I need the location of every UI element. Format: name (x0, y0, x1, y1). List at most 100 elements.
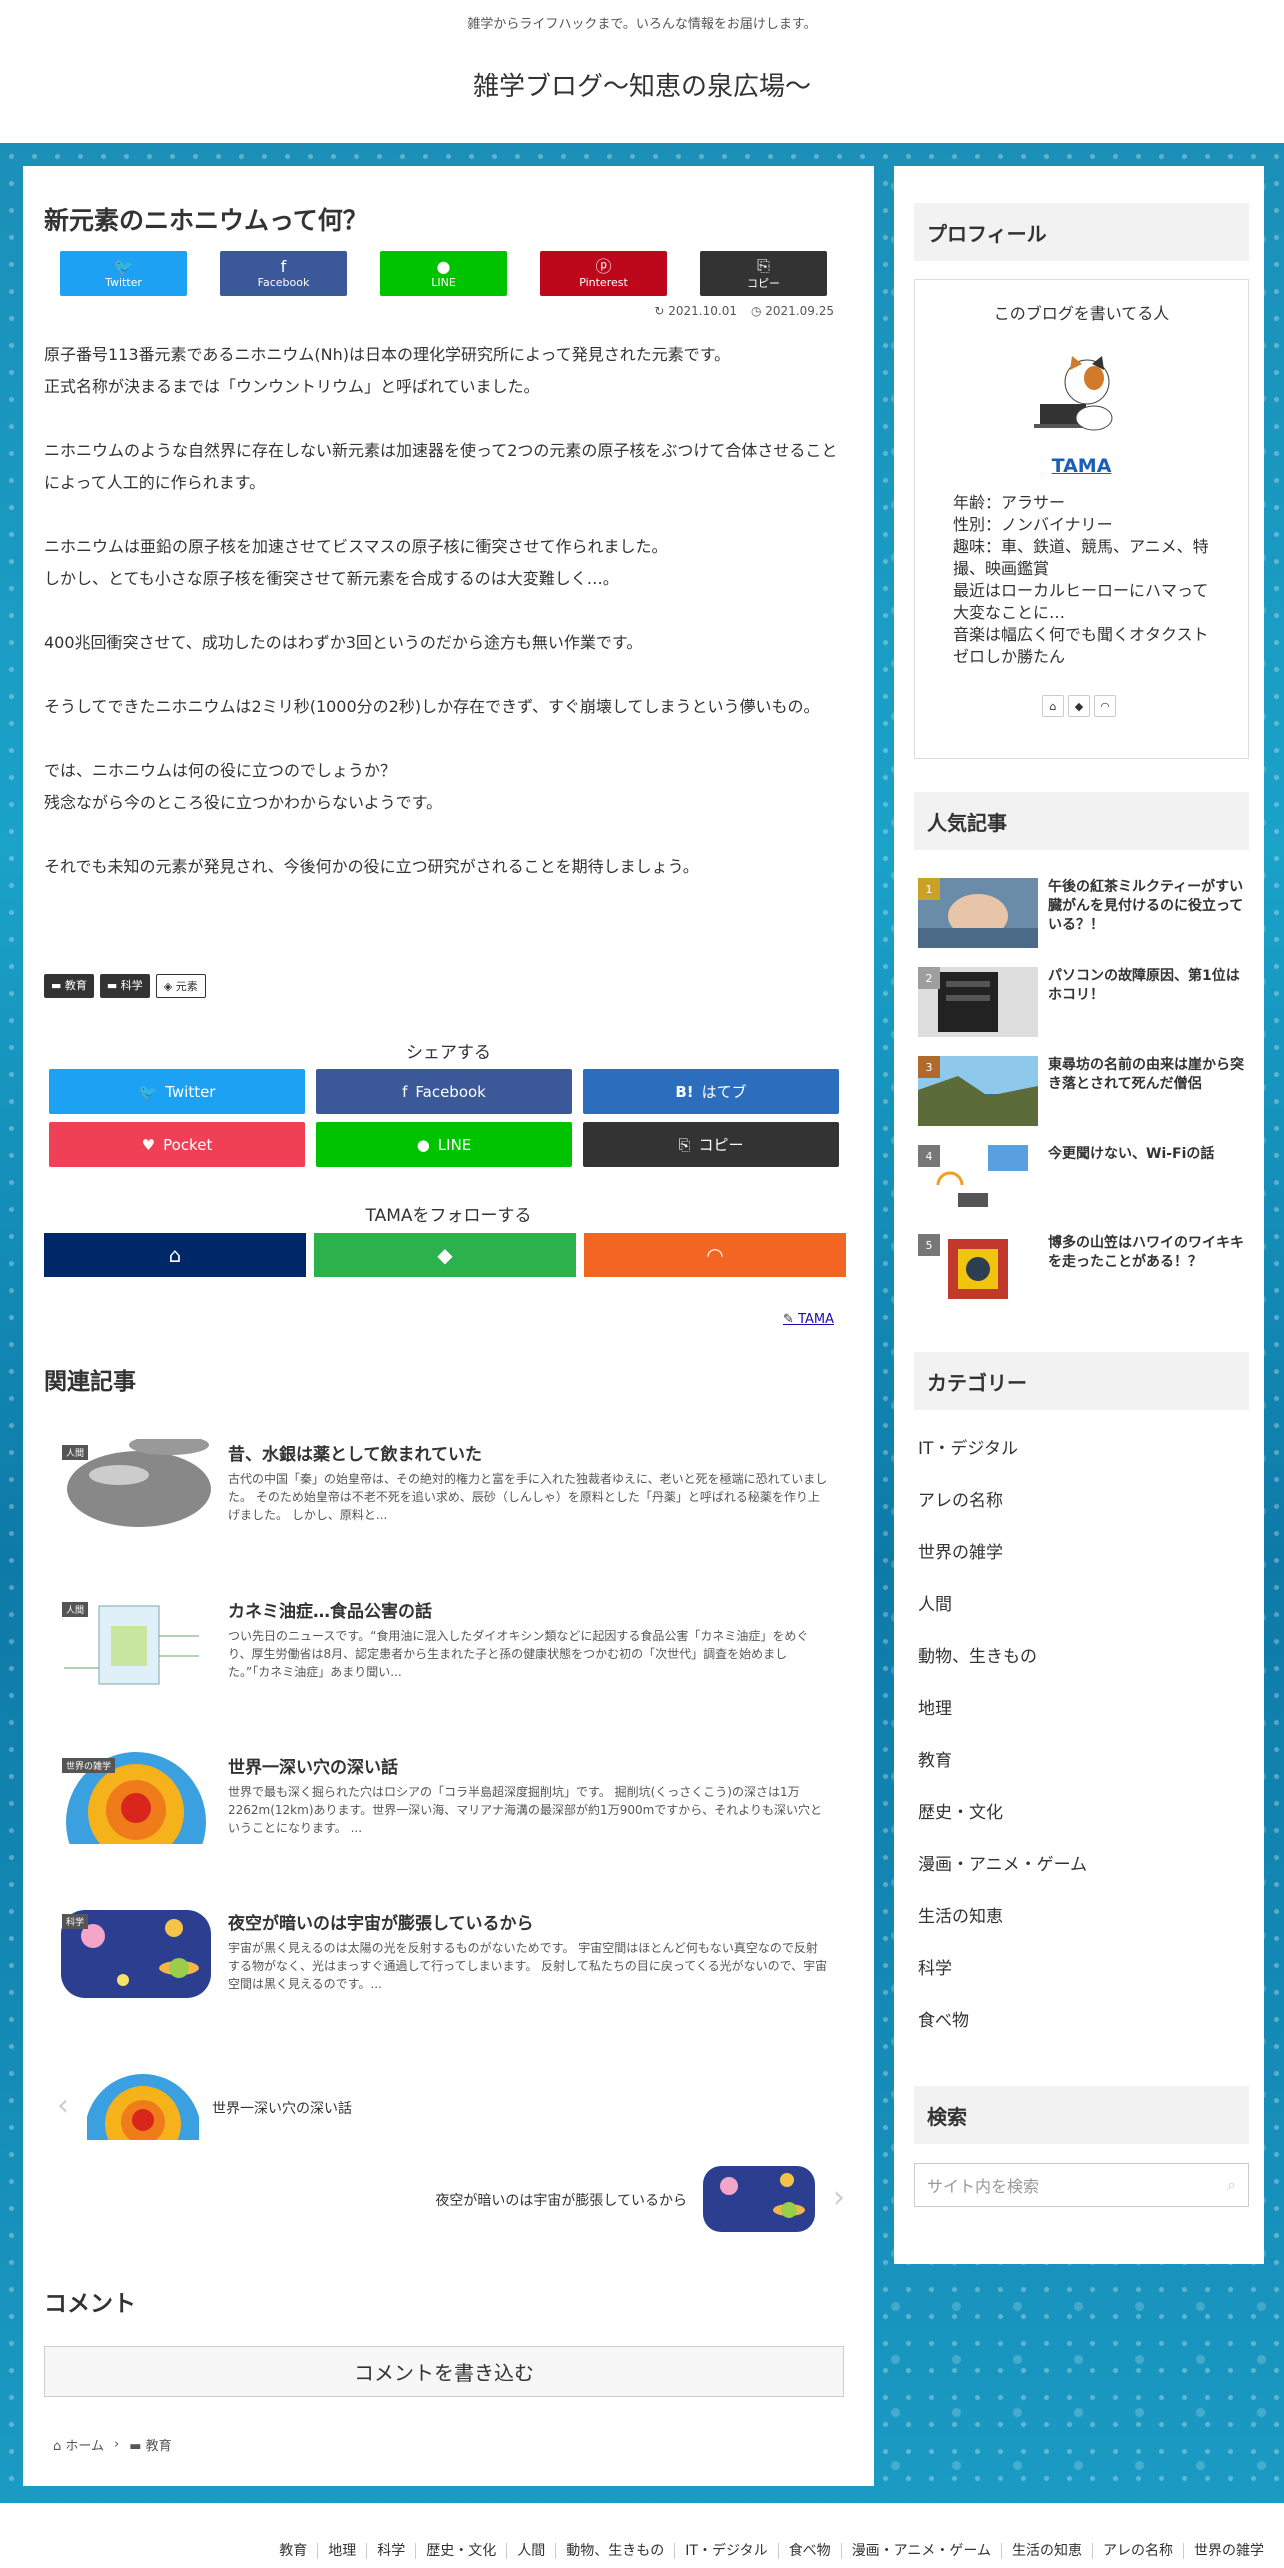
post-tag[interactable]: ◈ 元素 (155, 974, 206, 998)
category-link[interactable]: 食べ物 (918, 2007, 1087, 2059)
footer-link[interactable]: 生活の知恵 (1001, 2543, 1092, 2559)
site-tagline: 雑学からライフハックまで。いろんな情報をお届けします。 (467, 17, 817, 32)
popular-item[interactable]: 4 今更聞けない、Wi-Fiの話 (918, 1145, 1253, 1215)
footer-link[interactable]: 食べ物 (777, 2543, 841, 2559)
footer-link[interactable]: 歴史・文化 (415, 2543, 506, 2559)
footer-link[interactable]: IT・デジタル (674, 2543, 777, 2559)
copy-icon: ⎘ (678, 1135, 691, 1154)
popular-item[interactable]: 3 東尋坊の名前の由来は崖から突き落とされて死んだ僧侶 (918, 1056, 1253, 1126)
related-item[interactable]: 世界の雑学 世界一深い穴の深い話 世界で最も深く掘られた穴はロシアの「コラ半島超… (59, 1752, 849, 1844)
footer-link[interactable]: 科学 (366, 2543, 415, 2559)
related-excerpt: 世界で最も深く掘られた穴はロシアの「コラ半島超深度掘削坑」です。 掘削坑(くっさ… (228, 1785, 823, 1835)
pencil-icon: ✎ (783, 1312, 799, 1327)
footer-link[interactable]: 漫画・アニメ・ゲーム (840, 2543, 1001, 2559)
facebook-icon: f (280, 257, 287, 276)
feedly-icon[interactable]: ◆ (1068, 695, 1090, 717)
footer-link[interactable]: 世界の雑学 (1183, 2543, 1274, 2559)
category-link[interactable]: 人間 (918, 1591, 1087, 1643)
share-facebook-button[interactable]: f Facebook (220, 251, 347, 296)
category-link[interactable]: 世界の雑学 (918, 1539, 1087, 1591)
popular-item[interactable]: 2 パソコンの故障原因、第1位はホコリ！ (918, 967, 1253, 1037)
share-twitter-button[interactable]: 🐦 Twitter (49, 1069, 305, 1114)
share-line-button[interactable]: ● LINE (316, 1122, 572, 1167)
category-link[interactable]: 生活の知恵 (918, 1903, 1087, 1955)
related-excerpt: 宇宙が黒く見えるのは太陽の光を反射するものがないためです。 宇宙空間はほとんど何… (228, 1941, 828, 1991)
rss-icon: ◠ (706, 1243, 724, 1267)
related-item[interactable]: 科学 夜空が暗いのは宇宙が膨張しているから 宇宙が黒く見えるのは太陽の光を反射す… (59, 1908, 849, 2000)
paragraph: ニホニウムは亜鉛の原子核を加速させてビスマスの原子核に衝突させて作られました。し… (44, 537, 668, 588)
share-copy-button[interactable]: ⎘ コピー (700, 251, 827, 296)
post-dates: ↻ 2021.10.01 ◷ 2021.09.25 (654, 304, 834, 318)
follow-feedly-button[interactable]: ◆ (314, 1233, 576, 1277)
chevron-right-icon: › (833, 2180, 845, 2215)
follow-rss-button[interactable]: ◠ (584, 1233, 846, 1277)
next-post-title: 夜空が暗いのは宇宙が膨張しているから (435, 2193, 687, 2209)
next-post-link[interactable]: 夜空が暗いのは宇宙が膨張しているから › (57, 2166, 857, 2236)
paragraph: ニホニウムのような自然界に存在しない新元素は加速器を使って2つの元素の原子核をぶ… (44, 441, 838, 492)
related-item[interactable]: 人間 昔、水銀は薬として飲まれていた 古代の中国「秦」の始皇帝は、その絶対的権力… (59, 1439, 849, 1531)
home-icon: ⌂ (53, 2439, 62, 2454)
site-header: 雑学からライフハックまで。いろんな情報をお届けします。 雑学ブログ～知恵の泉広場… (0, 0, 1284, 143)
write-comment-button[interactable]: コメントを書き込む (44, 2346, 844, 2397)
footer-link[interactable]: 動物、生きもの (555, 2543, 674, 2559)
category-link[interactable]: 教育 (918, 1747, 1087, 1799)
search-icon[interactable]: ⌕ (1227, 2175, 1236, 2195)
follow-home-button[interactable]: ⌂ (44, 1233, 306, 1277)
paragraph: それでも未知の元素が発見され、今後何かの役に立つ研究がされることを期待しましょう… (44, 857, 699, 876)
footer-nav: 教育 地理 科学 歴史・文化 人間 動物、生きもの IT・デジタル 食べ物 漫画… (0, 2503, 1284, 2568)
feedly-icon: ◆ (437, 1243, 453, 1267)
profile-box: このブログを書いてる人 TAMA 年齢：アラサー 性別：ノンバイナリー 趣味：車… (914, 279, 1249, 759)
popular-thumbnail: 5 (918, 1234, 1038, 1304)
share-line-button[interactable]: ● LINE (380, 251, 507, 296)
search-input[interactable]: サイト内を検索 ⌕ (914, 2163, 1249, 2207)
chevron-right-icon: › (114, 2437, 120, 2452)
category-link[interactable]: 動物、生きもの (918, 1643, 1087, 1695)
related-title: 世界一深い穴の深い話 (228, 1758, 398, 1778)
pinterest-icon: ⓟ (595, 257, 612, 276)
footer-link[interactable]: 教育 (269, 2543, 317, 2559)
twitter-icon: 🐦 (113, 257, 134, 276)
paragraph: では、ニホニウムは何の役に立つのでしょうか？ 残念ながら今のところ役に立つかわから… (44, 761, 443, 812)
category-link[interactable]: 科学 (918, 1955, 1087, 2007)
breadcrumb-home[interactable]: ⌂ ホーム (53, 2435, 104, 2454)
popular-thumbnail: 2 (918, 967, 1038, 1037)
updated-date: ↻ 2021.10.01 (654, 304, 737, 318)
share-hatena-button[interactable]: B! はてブ (583, 1069, 839, 1114)
footer-link[interactable]: アレの名称 (1092, 2543, 1183, 2559)
category-link[interactable]: 地理 (918, 1695, 1087, 1747)
breadcrumb-category[interactable]: ▬ 教育 (129, 2435, 171, 2454)
site-title[interactable]: 雑学ブログ～知恵の泉広場～ (0, 66, 1284, 103)
home-icon[interactable]: ⌂ (1042, 695, 1064, 717)
category-link[interactable]: 歴史・文化 (918, 1799, 1087, 1851)
share-pinterest-button[interactable]: ⓟ Pinterest (540, 251, 667, 296)
tag-list: ▬ 教育 ▬ 科学 ◈ 元素 (44, 974, 206, 998)
author-link[interactable]: ✎ TAMA (783, 1312, 834, 1327)
footer-link[interactable]: 地理 (317, 2543, 366, 2559)
footer-link[interactable]: 人間 (506, 2543, 555, 2559)
share-facebook-button[interactable]: f Facebook (316, 1069, 572, 1114)
profile-heading: プロフィール (914, 203, 1249, 261)
category-tag[interactable]: ▬ 教育 (44, 974, 94, 998)
popular-item[interactable]: 5 博多の山笠はハワイのワイキキを走ったことがある！？ (918, 1234, 1253, 1304)
search-heading: 検索 (914, 2086, 1249, 2144)
facebook-icon: f (402, 1082, 408, 1101)
category-link[interactable]: 漫画・アニメ・ゲーム (918, 1851, 1087, 1903)
rss-icon[interactable]: ◠ (1094, 695, 1116, 717)
popular-item[interactable]: 1 午後の紅茶ミルクティーがすい臓がんを見付けるのに役立っている？！ (918, 878, 1253, 948)
share-pocket-button[interactable]: ♥ Pocket (49, 1122, 305, 1167)
category-tag[interactable]: ▬ 科学 (99, 974, 150, 998)
category-link[interactable]: アレの名称 (918, 1487, 1087, 1539)
prev-post-link[interactable]: ‹ 世界一深い穴の深い話 (57, 2074, 857, 2144)
share-heading: シェアする (406, 1043, 491, 1063)
share-copy-button[interactable]: ⎘ コピー (583, 1122, 839, 1167)
popular-title: 博多の山笠はハワイのワイキキを走ったことがある！？ (1048, 1235, 1244, 1270)
share-twitter-button[interactable]: 🐦 Twitter (60, 251, 187, 296)
related-item[interactable]: 人間 カネミ油症…食品公害の話 つい先日のニュースです。“食用油に混入したダイオ… (59, 1596, 849, 1688)
popular-thumbnail: 1 (918, 878, 1038, 948)
home-icon: ⌂ (168, 1243, 182, 1267)
category-link[interactable]: IT・デジタル (918, 1435, 1087, 1487)
popular-thumbnail: 4 (918, 1145, 1038, 1215)
profile-name[interactable]: TAMA (915, 455, 1248, 477)
article-title: 新元素のニホニウムって何？ (44, 206, 368, 235)
related-thumbnail: 人間 (59, 1439, 213, 1531)
